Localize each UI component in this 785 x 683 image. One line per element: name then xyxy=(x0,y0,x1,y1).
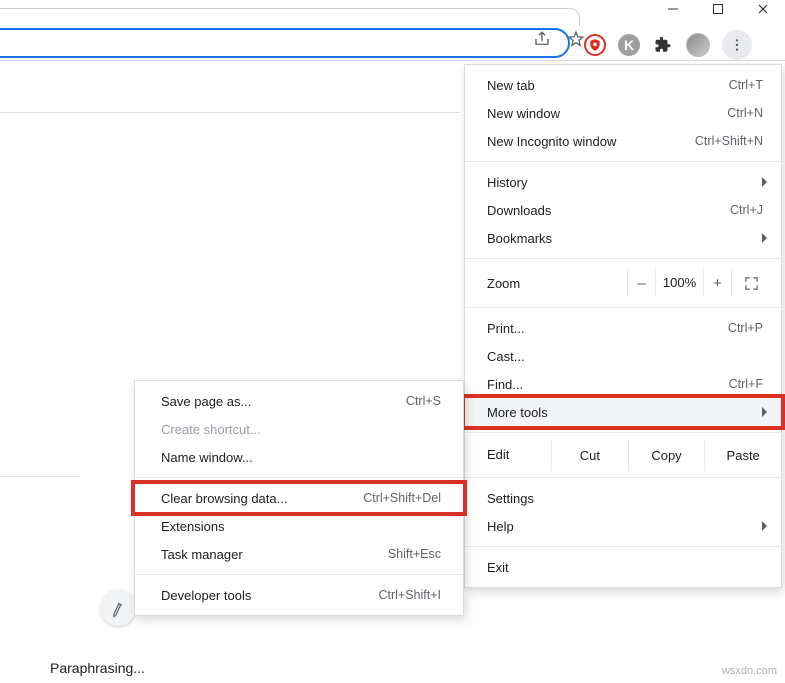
submenu-shortcut: Ctrl+Shift+I xyxy=(378,588,441,602)
address-bar[interactable] xyxy=(0,28,570,58)
ublock-extension-icon[interactable] xyxy=(584,34,606,56)
tab-strip-edge xyxy=(0,8,580,26)
submenu-label: Task manager xyxy=(161,547,388,562)
content-divider-2 xyxy=(0,476,80,477)
toolbar-divider xyxy=(0,60,785,61)
menu-downloads[interactable]: Downloads Ctrl+J xyxy=(465,196,781,224)
menu-print[interactable]: Print... Ctrl+P xyxy=(465,314,781,342)
menu-label: New window xyxy=(487,106,727,121)
menu-label: Exit xyxy=(487,560,763,575)
menu-more-tools[interactable]: More tools xyxy=(465,398,781,426)
edit-label: Edit xyxy=(465,439,551,471)
chevron-right-icon xyxy=(762,521,767,531)
submenu-label: Clear browsing data... xyxy=(161,491,363,506)
submenu-label: Extensions xyxy=(161,519,441,534)
menu-shortcut: Ctrl+J xyxy=(730,203,763,217)
menu-shortcut: Ctrl+T xyxy=(729,78,763,92)
content-divider xyxy=(0,112,460,113)
zoom-in-button[interactable]: + xyxy=(703,269,731,297)
minimize-button[interactable] xyxy=(650,0,695,18)
edit-paste-button[interactable]: Paste xyxy=(704,439,781,471)
submenu-save-page[interactable]: Save page as... Ctrl+S xyxy=(135,387,463,415)
submenu-label: Save page as... xyxy=(161,394,406,409)
submenu-shortcut: Ctrl+Shift+Del xyxy=(363,491,441,505)
submenu-create-shortcut: Create shortcut... xyxy=(135,415,463,443)
menu-label: Find... xyxy=(487,377,729,392)
chrome-main-menu: New tab Ctrl+T New window Ctrl+N New Inc… xyxy=(464,64,782,588)
submenu-name-window[interactable]: Name window... xyxy=(135,443,463,471)
edit-copy-button[interactable]: Copy xyxy=(628,439,705,471)
menu-new-tab[interactable]: New tab Ctrl+T xyxy=(465,71,781,99)
status-text: Paraphrasing... xyxy=(50,660,145,676)
menu-incognito[interactable]: New Incognito window Ctrl+Shift+N xyxy=(465,127,781,155)
menu-new-window[interactable]: New window Ctrl+N xyxy=(465,99,781,127)
k-extension-icon[interactable]: K xyxy=(618,34,640,56)
menu-label: New tab xyxy=(487,78,729,93)
submenu-extensions[interactable]: Extensions xyxy=(135,512,463,540)
window-controls xyxy=(650,0,785,18)
share-icon[interactable] xyxy=(532,29,552,49)
more-tools-submenu: Save page as... Ctrl+S Create shortcut..… xyxy=(134,380,464,616)
menu-label: Settings xyxy=(487,491,763,506)
close-button[interactable] xyxy=(740,0,785,18)
menu-exit[interactable]: Exit xyxy=(465,553,781,581)
menu-cast[interactable]: Cast... xyxy=(465,342,781,370)
menu-label: Help xyxy=(487,519,763,534)
extension-row: K xyxy=(584,30,752,60)
menu-label: New Incognito window xyxy=(487,134,695,149)
profile-avatar[interactable] xyxy=(686,33,710,57)
watermark: wsxdn.com xyxy=(722,665,777,677)
menu-shortcut: Ctrl+P xyxy=(728,321,763,335)
menu-zoom: Zoom – 100% + xyxy=(465,265,781,301)
menu-find[interactable]: Find... Ctrl+F xyxy=(465,370,781,398)
submenu-task-manager[interactable]: Task manager Shift+Esc xyxy=(135,540,463,568)
zoom-out-button[interactable]: – xyxy=(627,269,655,297)
submenu-shortcut: Ctrl+S xyxy=(406,394,441,408)
menu-bookmarks[interactable]: Bookmarks xyxy=(465,224,781,252)
maximize-button[interactable] xyxy=(695,0,740,18)
submenu-label: Create shortcut... xyxy=(161,422,441,437)
menu-shortcut: Ctrl+F xyxy=(729,377,763,391)
zoom-level: 100% xyxy=(655,269,703,297)
submenu-label: Name window... xyxy=(161,450,441,465)
chevron-right-icon xyxy=(762,407,767,417)
submenu-label: Developer tools xyxy=(161,588,378,603)
extensions-icon[interactable] xyxy=(652,34,674,56)
menu-settings[interactable]: Settings xyxy=(465,484,781,512)
menu-edit: Edit Cut Copy Paste xyxy=(465,439,781,471)
menu-label: Cast... xyxy=(487,349,763,364)
menu-history[interactable]: History xyxy=(465,168,781,196)
edit-cut-button[interactable]: Cut xyxy=(551,439,628,471)
zoom-label: Zoom xyxy=(487,276,627,291)
menu-label: Print... xyxy=(487,321,728,336)
submenu-clear-browsing-data[interactable]: Clear browsing data... Ctrl+Shift+Del xyxy=(135,484,463,512)
menu-help[interactable]: Help xyxy=(465,512,781,540)
chevron-right-icon xyxy=(762,177,767,187)
chrome-menu-button[interactable] xyxy=(722,30,752,60)
fullscreen-button[interactable] xyxy=(731,269,771,297)
submenu-developer-tools[interactable]: Developer tools Ctrl+Shift+I xyxy=(135,581,463,609)
menu-label: More tools xyxy=(487,405,763,420)
menu-label: History xyxy=(487,175,763,190)
star-icon[interactable] xyxy=(566,29,586,49)
chevron-right-icon xyxy=(762,233,767,243)
menu-label: Bookmarks xyxy=(487,231,763,246)
submenu-shortcut: Shift+Esc xyxy=(388,547,441,561)
menu-label: Downloads xyxy=(487,203,730,218)
menu-shortcut: Ctrl+N xyxy=(727,106,763,120)
menu-shortcut: Ctrl+Shift+N xyxy=(695,134,763,148)
